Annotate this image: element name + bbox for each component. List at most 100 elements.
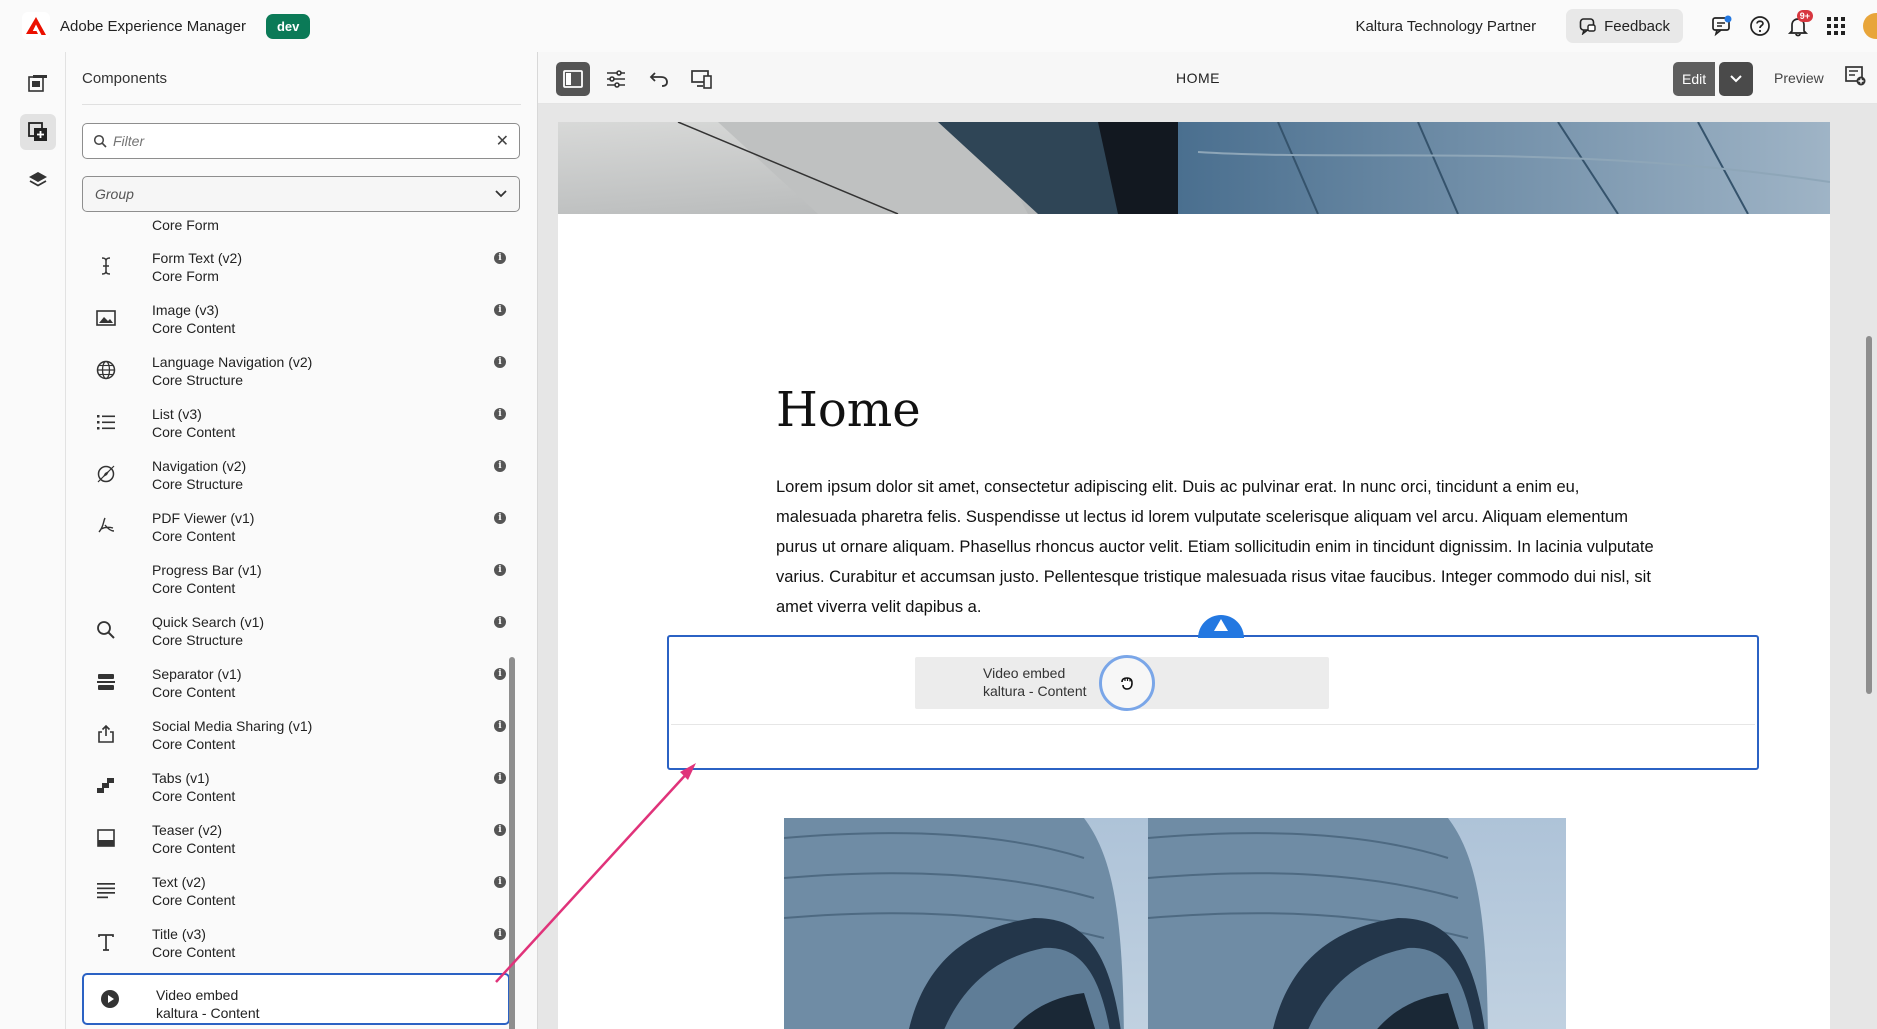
env-badge: dev — [265, 13, 311, 39]
mode-dropdown-button[interactable] — [1719, 62, 1753, 96]
app-name: Adobe Experience Manager — [60, 17, 246, 35]
canvas-scrollbar[interactable] — [1866, 336, 1872, 694]
emulator-icon[interactable] — [685, 62, 719, 96]
share-icon — [94, 722, 118, 746]
search-icon — [93, 134, 107, 148]
filter-input[interactable]: ✕ — [82, 123, 520, 159]
info-icon[interactable]: i — [494, 616, 506, 628]
component-item[interactable]: Quick Search (v1) Core Structure i — [82, 608, 510, 660]
list-icon — [94, 410, 118, 434]
component-name: Navigation (v2) — [152, 458, 247, 474]
edit-mode-button[interactable]: Edit — [1673, 62, 1716, 96]
component-group: Core Structure — [152, 476, 244, 492]
filter-field[interactable] — [113, 133, 496, 149]
side-panel-icon[interactable] — [556, 62, 590, 96]
hero-image[interactable] — [558, 122, 1830, 214]
info-icon[interactable]: i — [494, 668, 506, 680]
component-name: Quick Search (v1) — [152, 614, 265, 630]
component-group: kaltura - Content — [156, 1005, 260, 1021]
aem-editor: Adobe Experience Manager dev Kaltura Tec… — [0, 0, 1877, 1029]
feedback-icon — [1579, 18, 1596, 35]
chevron-down-icon — [1730, 75, 1742, 83]
apps-grid-icon[interactable] — [1817, 7, 1855, 45]
component-group: Core Content — [152, 840, 236, 856]
feedback-button[interactable]: Feedback — [1566, 9, 1683, 43]
component-item[interactable]: PDF Viewer (v1) Core Content i — [82, 504, 510, 556]
side-rail — [0, 52, 66, 1029]
annotations-icon[interactable] — [1844, 65, 1866, 92]
globe-icon — [94, 358, 118, 382]
building-image-left[interactable] — [784, 818, 1202, 1029]
info-icon[interactable]: i — [494, 460, 506, 472]
component-item[interactable]: Tabs (v1) Core Content i — [82, 764, 510, 816]
brand[interactable]: Adobe Experience Manager dev — [22, 12, 311, 40]
drop-target-container[interactable]: Video embed kaltura - Content — [667, 615, 1759, 770]
page-tree-icon[interactable] — [20, 66, 56, 102]
page-frame: Home Lorem ipsum dolor sit amet, consect… — [558, 122, 1830, 1029]
video-embed-item[interactable]: Video embed kaltura - Content — [82, 973, 510, 1025]
panel-scrollbar[interactable] — [509, 657, 515, 1029]
text-align-icon — [94, 878, 118, 902]
info-icon[interactable]: i — [494, 824, 506, 836]
text-cursor-icon — [94, 254, 118, 278]
component-name: Teaser (v2) — [152, 822, 223, 838]
component-list: Core Form Form Text (v2) Core Form i Ima… — [66, 217, 538, 1029]
component-item[interactable]: Image (v3) Core Content i — [82, 296, 510, 348]
component-name: Progress Bar (v1) — [152, 562, 262, 578]
info-icon[interactable]: i — [494, 720, 506, 732]
clear-filter-icon[interactable]: ✕ — [496, 131, 509, 151]
search-icon — [94, 618, 118, 642]
play-icon — [98, 987, 122, 1011]
chevron-down-icon — [495, 190, 507, 198]
info-icon[interactable]: i — [494, 876, 506, 888]
component-item[interactable]: Form Text (v2) Core Form i — [82, 244, 510, 296]
component-item[interactable]: Progress Bar (v1) Core Content i — [82, 556, 510, 608]
components-icon[interactable] — [20, 114, 56, 150]
info-icon[interactable]: i — [494, 408, 506, 420]
component-item[interactable]: Separator (v1) Core Content i — [82, 660, 510, 712]
page-body-text: Lorem ipsum dolor sit amet, consectetur … — [776, 478, 1654, 616]
teaser-icon — [94, 826, 118, 850]
undo-icon[interactable] — [642, 62, 676, 96]
preview-button[interactable]: Preview — [1774, 70, 1824, 86]
bell-icon[interactable]: 9+ — [1779, 7, 1817, 45]
component-item[interactable]: Teaser (v2) Core Content i — [82, 816, 510, 868]
adobe-logo-icon — [22, 12, 50, 40]
separator-icon — [94, 670, 118, 694]
tabs-icon — [94, 774, 118, 798]
info-icon[interactable]: i — [494, 252, 506, 264]
component-group: Core Content — [152, 944, 236, 960]
info-icon[interactable]: i — [494, 564, 506, 576]
drop-divider — [671, 724, 1755, 725]
component-group: Core Content — [152, 528, 236, 544]
component-item[interactable]: Social Media Sharing (v1) Core Content i — [82, 712, 510, 764]
group-select[interactable]: Group — [82, 176, 520, 212]
component-item[interactable]: List (v3) Core Content i — [82, 400, 510, 452]
info-icon[interactable]: i — [494, 772, 506, 784]
component-name: Form Text (v2) — [152, 250, 242, 266]
component-item[interactable]: Navigation (v2) Core Structure i — [82, 452, 510, 504]
ghost-group: kaltura - Content — [983, 683, 1087, 699]
component-item[interactable]: Language Navigation (v2) Core Structure … — [82, 348, 510, 400]
component-group: Core Content — [152, 788, 236, 804]
component-item[interactable]: Title (v3) Core Content i — [82, 920, 510, 972]
compass-icon — [94, 462, 118, 486]
panel-title: Components — [82, 70, 168, 87]
component-name: Language Navigation (v2) — [152, 354, 313, 370]
progress-icon — [94, 566, 118, 590]
component-item[interactable]: Text (v2) Core Content i — [82, 868, 510, 920]
component-name: Title (v3) — [152, 926, 206, 942]
info-icon[interactable]: i — [494, 304, 506, 316]
help-icon[interactable] — [1741, 7, 1779, 45]
info-icon[interactable]: i — [494, 512, 506, 524]
info-icon[interactable]: i — [494, 356, 506, 368]
properties-icon[interactable] — [599, 62, 633, 96]
chat-icon[interactable] — [1703, 7, 1741, 45]
component-name: Social Media Sharing (v1) — [152, 718, 313, 734]
top-bar: Adobe Experience Manager dev Kaltura Tec… — [0, 0, 1877, 52]
avatar[interactable] — [1863, 13, 1877, 39]
partner-name[interactable]: Kaltura Technology Partner — [1355, 18, 1536, 35]
layers-icon[interactable] — [20, 162, 56, 198]
info-icon[interactable]: i — [494, 928, 506, 940]
building-image-right[interactable] — [1148, 818, 1566, 1029]
